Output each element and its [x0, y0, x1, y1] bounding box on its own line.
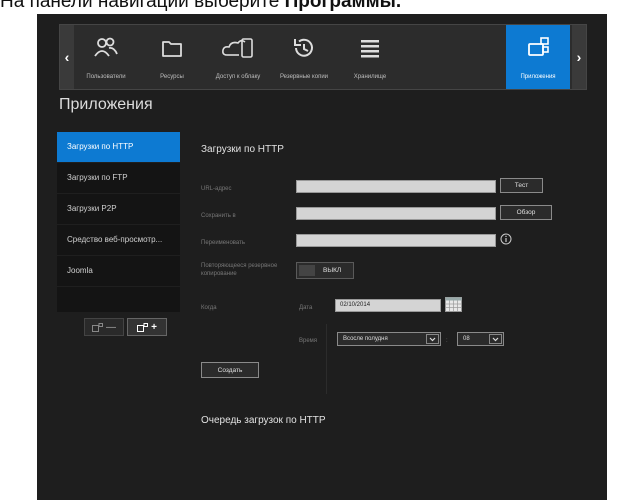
nav-item-label: Доступ к облаку — [215, 74, 261, 80]
rename-input[interactable] — [296, 234, 496, 247]
time-separator: : — [446, 338, 448, 344]
when-label: Когда — [201, 305, 217, 311]
nav-item-backups[interactable]: Резервные копии — [272, 25, 336, 89]
page-title: Приложения — [59, 96, 153, 113]
nav-item-users[interactable]: Пользователи — [74, 25, 138, 89]
app-icon — [137, 322, 149, 332]
section-title-http: Загрузки по HTTP — [201, 144, 284, 155]
plus-icon: + — [151, 321, 157, 333]
hour-value: 08 — [463, 336, 470, 342]
save-to-label: Сохранить в — [201, 213, 236, 219]
minus-icon: — — [106, 321, 116, 333]
nav-item-label: Ресурсы — [160, 74, 184, 80]
ampm-select[interactable]: Всосле полудня — [337, 332, 441, 346]
sidebar-item-http-downloads[interactable]: Загрузки по HTTP — [57, 132, 180, 163]
app-window: ‹ Пользователи Ресурсы Доступ к облаку Р… — [37, 14, 607, 500]
recurring-backup-label: Повторяющееся резервное копирование — [201, 263, 278, 277]
toggle-knob — [299, 265, 315, 276]
url-label: URL-адрес — [201, 186, 232, 192]
nav-item-apps[interactable]: Приложения — [506, 25, 570, 89]
nav-item-label: Пользователи — [86, 74, 126, 80]
nav-item-cloud-access[interactable]: Доступ к облаку — [206, 25, 270, 89]
sidebar-item-ftp-downloads[interactable]: Загрузки по FTP — [57, 163, 180, 194]
storage-icon — [361, 40, 379, 58]
queue-title: Очередь загрузок по HTTP — [201, 415, 326, 426]
ampm-value: Всосле полудня — [343, 336, 388, 342]
nav-item-storage[interactable]: Хранилище — [338, 25, 402, 89]
nav-item-label: Приложения — [520, 74, 556, 80]
cloud-devices-icon — [222, 38, 253, 58]
caption-bold: Программы. — [284, 0, 402, 12]
sidebar-item-web-file-viewer[interactable]: Средство веб-просмотр... — [57, 225, 180, 256]
browse-button[interactable]: Обзор — [500, 205, 552, 220]
info-icon[interactable] — [500, 233, 512, 245]
hour-select[interactable]: 08 — [457, 332, 504, 346]
nav-prev-button[interactable]: ‹ — [60, 25, 74, 89]
save-to-input[interactable] — [296, 207, 496, 220]
add-app-button[interactable]: + — [127, 318, 167, 336]
test-button[interactable]: Тест — [500, 178, 543, 193]
date-input[interactable]: 02/10/2014 — [335, 299, 441, 312]
calendar-icon[interactable] — [445, 297, 462, 312]
divider — [326, 324, 327, 394]
nav-item-shares[interactable]: Ресурсы — [140, 25, 204, 89]
nav-item-label: Хранилище — [353, 74, 387, 80]
create-button[interactable]: Создать — [201, 362, 259, 378]
nav-next-button[interactable]: › — [572, 25, 586, 89]
time-label: Время — [299, 338, 318, 344]
apps-icon — [528, 37, 549, 56]
recurring-backup-toggle[interactable]: ВЫКЛ — [296, 262, 354, 279]
toggle-state-label: ВЫКЛ — [323, 267, 342, 274]
nav-bar: ‹ Пользователи Ресурсы Доступ к облаку Р… — [59, 24, 587, 90]
sidebar-item-joomla[interactable]: Joomla — [57, 256, 180, 287]
nav-item-label: Резервные копии — [279, 74, 329, 80]
apps-sidebar: Загрузки по HTTP Загрузки по FTP Загрузк… — [57, 132, 180, 312]
instruction-caption: На панели навигации выберите Программы. — [0, 0, 644, 14]
chevron-down-icon — [489, 334, 502, 344]
folder-icon — [162, 41, 182, 57]
sidebar-item-p2p-downloads[interactable]: Загрузки P2P — [57, 194, 180, 225]
date-label: Дата — [299, 305, 313, 311]
chevron-down-icon — [426, 334, 439, 344]
rename-label: Переименовать — [201, 240, 245, 246]
url-input[interactable] — [296, 180, 496, 193]
users-icon — [94, 37, 118, 57]
remove-app-button[interactable]: — — [84, 318, 124, 336]
history-icon — [294, 38, 313, 57]
app-icon — [92, 322, 103, 332]
caption-text: На панели навигации выберите — [0, 0, 285, 12]
